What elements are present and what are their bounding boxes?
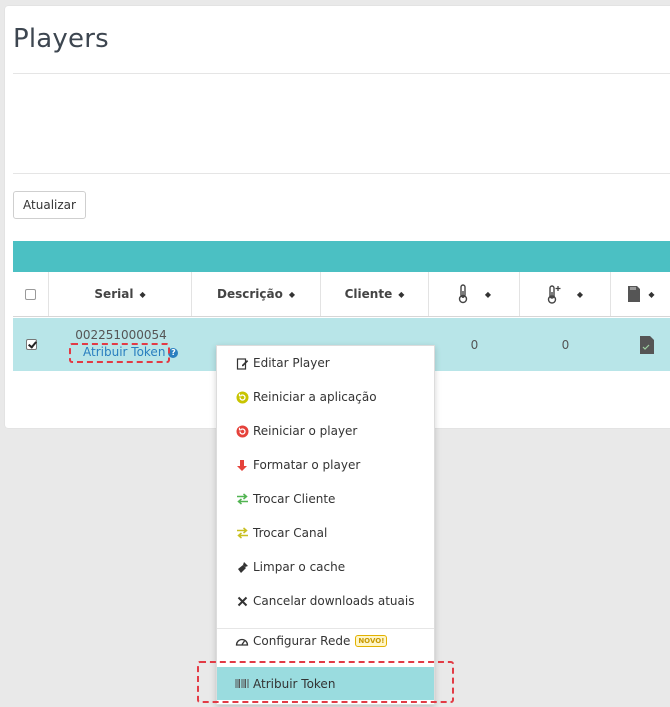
divider xyxy=(13,173,670,174)
column-serial[interactable]: Serial ◆ xyxy=(49,272,192,316)
sort-icon: ◆ xyxy=(288,289,295,299)
context-menu: Editar Player Reiniciar a aplicação Rein… xyxy=(216,345,435,705)
menu-item-restart-player[interactable]: Reiniciar o player xyxy=(217,416,434,446)
swap-channel-icon xyxy=(235,526,249,540)
sort-icon: ◆ xyxy=(648,289,655,299)
token-highlight xyxy=(69,343,170,363)
menu-item-swap-channel[interactable]: Trocar Canal xyxy=(217,518,434,548)
temperature-value: 0 xyxy=(470,337,479,352)
table-toolbar xyxy=(13,241,670,272)
thermometer-plus-icon xyxy=(547,285,561,304)
menu-item-label: Trocar Canal xyxy=(253,526,328,540)
column-temperature[interactable]: ◆ xyxy=(429,272,520,316)
sort-icon: ◆ xyxy=(398,289,405,299)
swap-client-icon xyxy=(235,492,249,506)
restart-app-icon xyxy=(235,390,249,404)
menu-item-label: Reiniciar o player xyxy=(253,424,358,438)
sd-card-icon xyxy=(628,286,641,302)
menu-item-cancel-downloads[interactable]: Cancelar downloads atuais xyxy=(217,586,434,616)
menu-item-swap-client[interactable]: Trocar Cliente xyxy=(217,484,434,514)
column-descricao[interactable]: Descrição ◆ xyxy=(192,272,321,316)
menu-highlight xyxy=(197,661,454,703)
thermometer-icon xyxy=(458,284,468,304)
column-cliente-label: Cliente xyxy=(344,287,393,301)
menu-item-label: Editar Player xyxy=(253,356,330,370)
column-temperature-max[interactable]: ◆ xyxy=(520,272,611,316)
new-badge: NOVO! xyxy=(355,635,388,647)
restart-player-icon xyxy=(235,424,249,438)
row-select-cell xyxy=(13,318,49,371)
menu-item-clear-cache[interactable]: Limpar o cache xyxy=(217,552,434,582)
format-down-arrow-icon xyxy=(235,458,249,472)
column-cliente[interactable]: Cliente ◆ xyxy=(321,272,429,316)
menu-item-label: Configurar Rede xyxy=(253,634,351,648)
sort-icon: ◆ xyxy=(139,289,146,299)
divider xyxy=(13,73,670,74)
column-storage[interactable]: ◆ xyxy=(611,272,670,316)
menu-item-label: Cancelar downloads atuais xyxy=(253,594,415,608)
menu-item-edit-player[interactable]: Editar Player xyxy=(217,348,434,378)
select-all-cell xyxy=(13,272,49,316)
row-checkbox[interactable] xyxy=(25,339,37,350)
table-header: Serial ◆ Descrição ◆ Cliente ◆ ◆ ◆ ◆ xyxy=(13,272,670,317)
column-serial-label: Serial xyxy=(94,287,134,301)
menu-item-label: Trocar Cliente xyxy=(253,492,336,506)
menu-item-format-player[interactable]: Formatar o player xyxy=(217,450,434,480)
broom-icon xyxy=(235,560,249,574)
cancel-x-icon xyxy=(235,594,249,608)
serial-value: 002251000054 xyxy=(75,328,167,342)
storage-cell xyxy=(611,318,670,371)
page-title: Players xyxy=(13,24,109,54)
edit-icon xyxy=(235,356,249,370)
sort-icon: ◆ xyxy=(576,289,584,299)
sd-card-status-icon xyxy=(640,335,654,354)
menu-item-configure-network[interactable]: Configurar Rede NOVO! xyxy=(217,626,434,656)
menu-item-restart-app[interactable]: Reiniciar a aplicação xyxy=(217,382,434,412)
menu-item-label: Limpar o cache xyxy=(253,560,346,574)
sort-icon: ◆ xyxy=(484,289,492,299)
network-gauge-icon xyxy=(235,634,249,648)
menu-item-label: Formatar o player xyxy=(253,458,361,472)
refresh-button[interactable]: Atualizar xyxy=(13,191,86,219)
temperature-max-value: 0 xyxy=(561,337,570,352)
column-descricao-label: Descrição xyxy=(217,287,283,301)
menu-item-label: Reiniciar a aplicação xyxy=(253,390,377,404)
select-all-checkbox[interactable] xyxy=(25,288,36,300)
